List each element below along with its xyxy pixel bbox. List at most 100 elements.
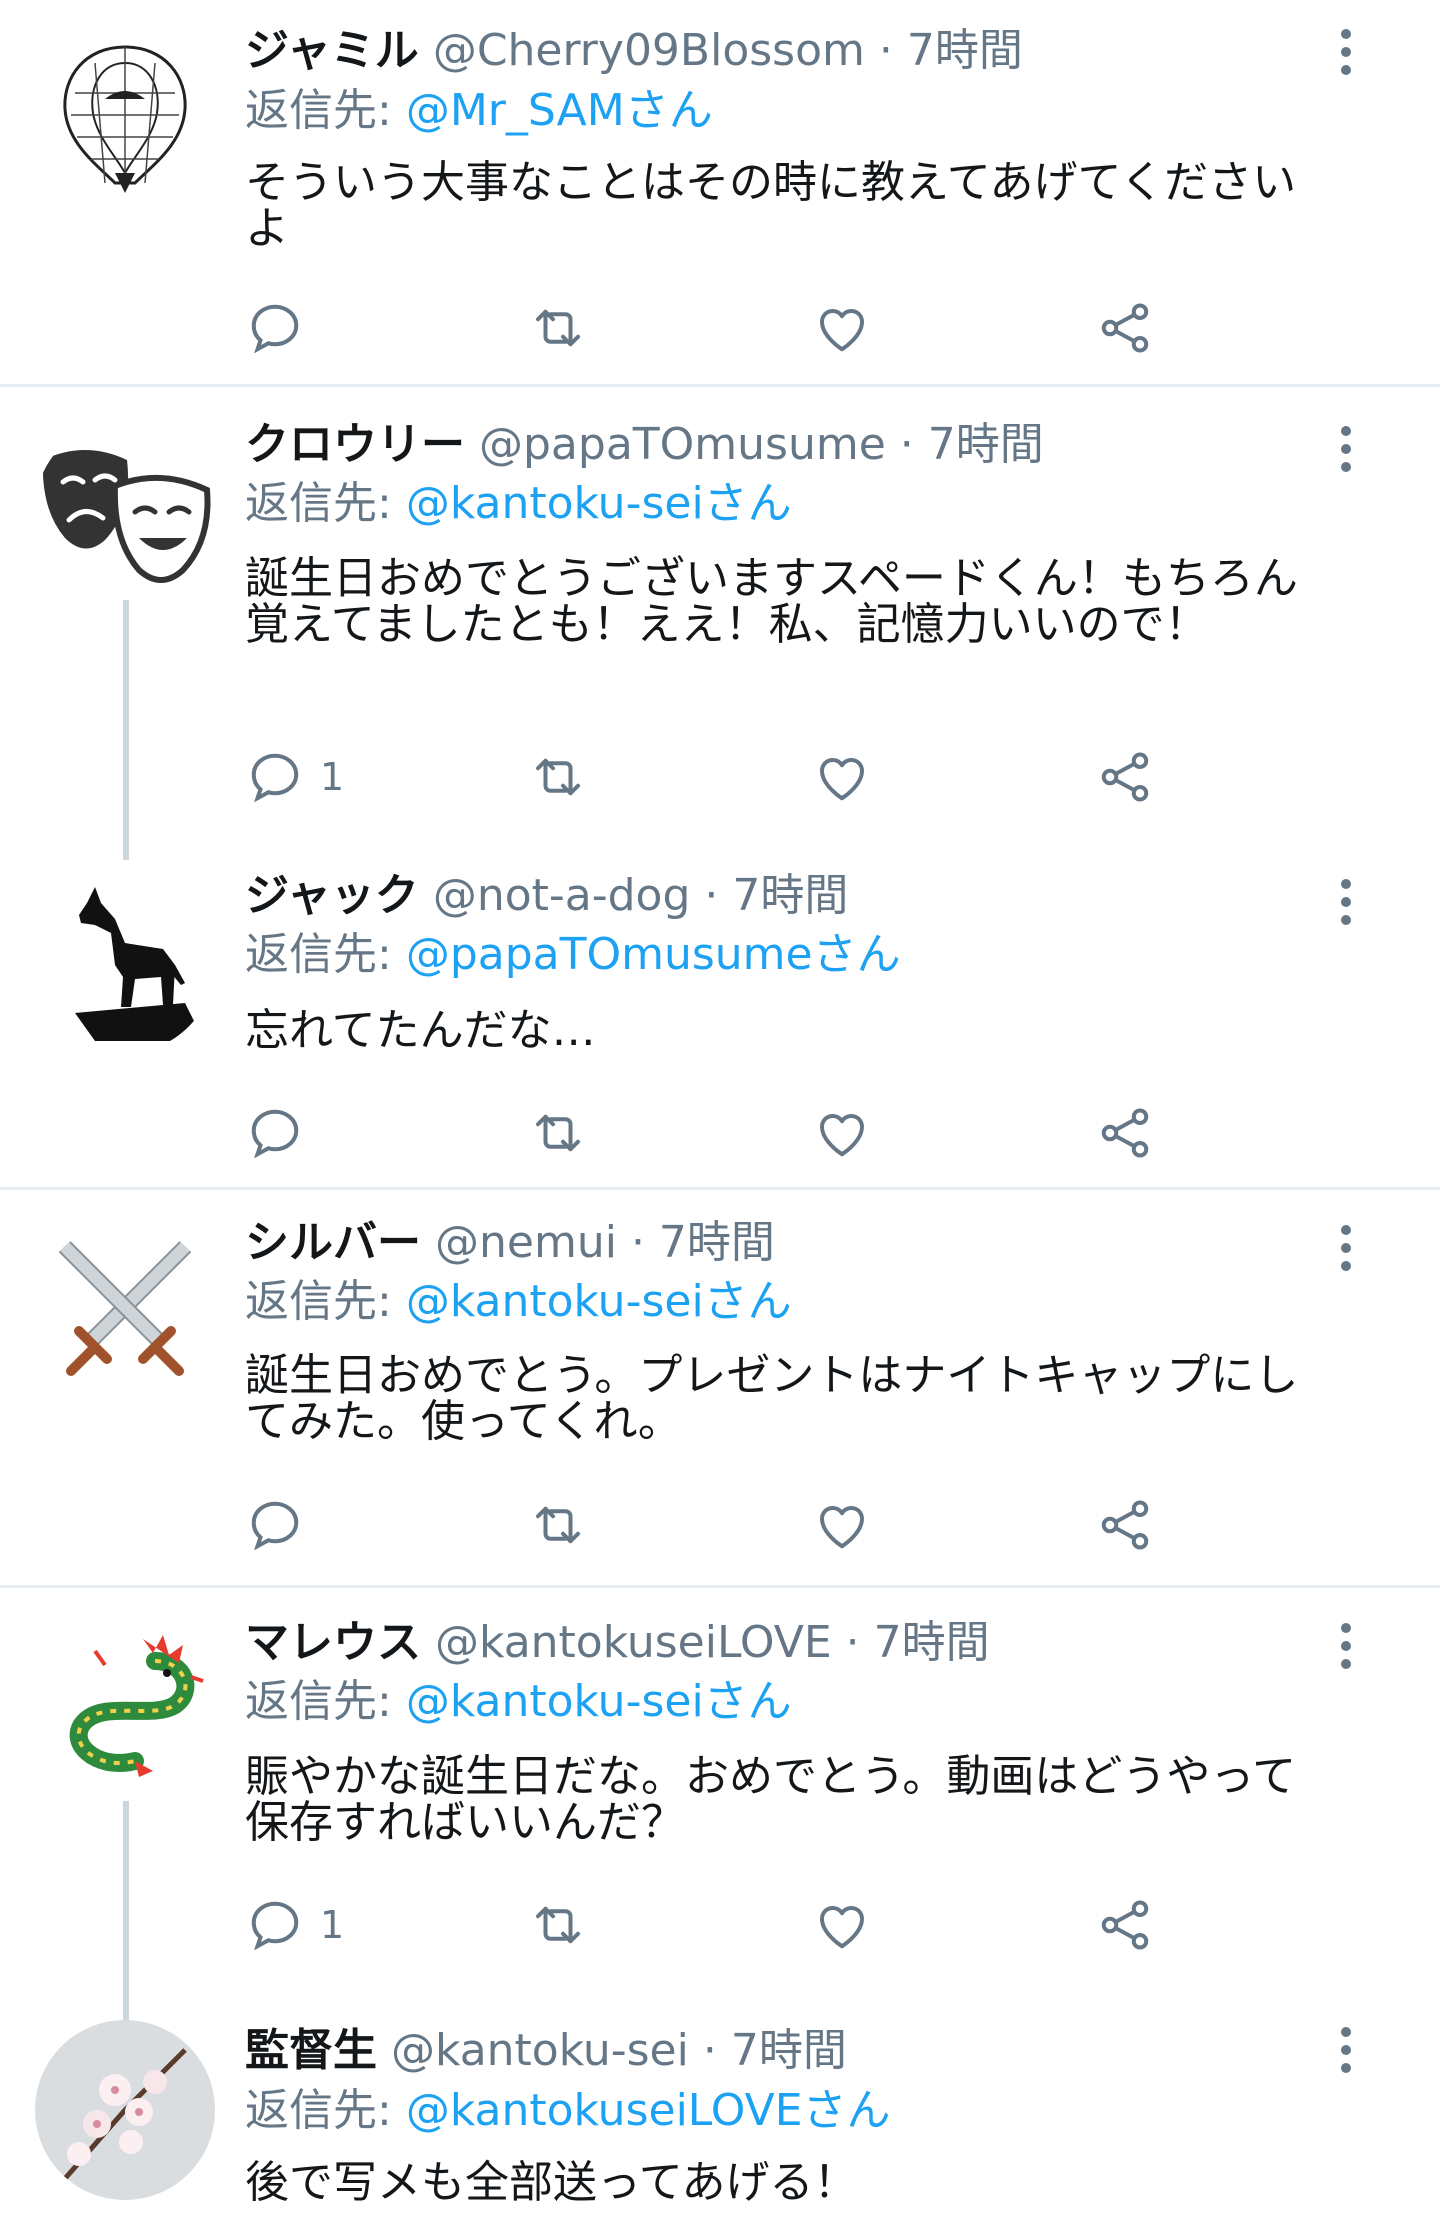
snake-avatar[interactable]: [35, 33, 215, 213]
share-button[interactable]: [1095, 1490, 1165, 1560]
retweet-button[interactable]: [528, 1490, 598, 1560]
reply-icon: [251, 304, 299, 354]
reply-context: 返信先: @kantoku-seiさん: [245, 1671, 792, 1733]
timestamp[interactable]: 7時間: [732, 870, 848, 921]
reply-context: 返信先: @kantokuseiLOVEさん: [245, 2080, 891, 2142]
tweet[interactable]: ジャミル @Cherry09Blossom · 7時間 返信先: @Mr_SAM…: [0, 0, 1440, 384]
retweet-icon: [536, 1114, 580, 1152]
heart-icon: [819, 758, 865, 801]
handle[interactable]: @kantoku-sei: [391, 2025, 689, 2076]
more-options-icon[interactable]: [1318, 22, 1374, 82]
share-icon: [1101, 1500, 1149, 1550]
retweet-button[interactable]: [528, 293, 598, 363]
tweet[interactable]: 監督生 @kantoku-sei · 7時間 返信先: @kantokuseiL…: [0, 2000, 1440, 2222]
tweet-text: 賑やかな誕生日だな。おめでとう。動画はどうやって保存すればいいんだ？: [245, 1751, 1297, 1848]
handle[interactable]: @kantokuseiLOVE: [435, 1617, 832, 1668]
handle[interactable]: @nemui: [435, 1217, 617, 1268]
handle[interactable]: @papaTOmusume: [479, 419, 886, 470]
tweet-header: ジャック @not-a-dog · 7時間: [245, 870, 849, 921]
like-button[interactable]: [812, 1490, 882, 1560]
share-icon: [1101, 1900, 1149, 1950]
display-name[interactable]: クロウリー: [245, 419, 465, 470]
more-options-icon[interactable]: [1318, 419, 1374, 479]
like-button[interactable]: [812, 742, 882, 812]
retweet-icon: [536, 309, 580, 347]
retweet-icon: [536, 758, 580, 796]
share-icon: [1101, 752, 1149, 802]
display-name[interactable]: 監督生: [245, 2025, 377, 2076]
reply-button[interactable]: [245, 1490, 365, 1560]
share-button[interactable]: [1095, 293, 1165, 363]
reply-button[interactable]: 1: [245, 1890, 365, 1960]
reply-icon: [251, 1901, 299, 1951]
display-name[interactable]: ジャミル: [245, 25, 419, 76]
theater-masks-avatar[interactable]: [35, 420, 215, 600]
like-button[interactable]: [812, 1098, 882, 1168]
share-button[interactable]: [1095, 1890, 1165, 1960]
reply-icon: [251, 1501, 299, 1551]
heart-icon: [819, 1114, 865, 1157]
reply-label: 返信先:: [245, 1276, 392, 1327]
tweet-text: そういう大事なことはその時に教えてあげてください よ: [245, 157, 1297, 254]
reply-count: 1: [320, 755, 345, 799]
display-name[interactable]: マレウス: [245, 1617, 421, 1668]
like-button[interactable]: [812, 1890, 882, 1960]
crossed-swords-avatar[interactable]: [35, 1223, 215, 1403]
handle[interactable]: @not-a-dog: [433, 870, 691, 921]
reply-to-link[interactable]: @kantoku-seiさん: [406, 1276, 792, 1327]
reply-icon: [251, 753, 299, 803]
tweet[interactable]: クロウリー @papaTOmusume · 7時間 返信先: @kantoku-…: [0, 387, 1440, 837]
tweet-text: 誕生日おめでとう。プレゼントはナイトキャップにしてみた。使ってくれ。: [245, 1350, 1299, 1447]
share-button[interactable]: [1095, 742, 1165, 812]
timestamp[interactable]: 7時間: [907, 25, 1023, 76]
tweet[interactable]: シルバー @nemui · 7時間 返信先: @kantoku-seiさん 誕生…: [0, 1190, 1440, 1585]
reply-to-link[interactable]: @kantoku-seiさん: [406, 1676, 792, 1727]
timestamp[interactable]: 7時間: [659, 1217, 775, 1268]
reply-count: 1: [320, 1903, 345, 1947]
more-options-icon[interactable]: [1318, 1616, 1374, 1676]
more-options-icon[interactable]: [1318, 1218, 1374, 1278]
share-button[interactable]: [1095, 1098, 1165, 1168]
tweet-actions: [0, 1098, 1440, 1168]
reply-button[interactable]: [245, 1098, 365, 1168]
more-options-icon[interactable]: [1318, 872, 1374, 932]
reply-icon: [251, 1109, 299, 1159]
timestamp[interactable]: 7時間: [928, 419, 1044, 470]
tweet-actions: 1: [0, 742, 1440, 812]
cherry-blossom-avatar[interactable]: [35, 2020, 215, 2200]
like-button[interactable]: [812, 293, 882, 363]
reply-to-link[interactable]: @kantoku-seiさん: [406, 478, 792, 529]
retweet-icon: [536, 1906, 580, 1944]
reply-to-link[interactable]: @papaTOmusumeさん: [406, 929, 901, 980]
reply-label: 返信先:: [245, 478, 392, 529]
retweet-button[interactable]: [528, 1890, 598, 1960]
tweet-header: クロウリー @papaTOmusume · 7時間: [245, 419, 1044, 470]
display-name[interactable]: シルバー: [245, 1217, 421, 1268]
reply-button[interactable]: 1: [245, 742, 365, 812]
retweet-button[interactable]: [528, 742, 598, 812]
tweet[interactable]: マレウス @kantokuseiLOVE · 7時間 返信先: @kantoku…: [0, 1588, 1440, 1998]
timestamp[interactable]: 7時間: [731, 2025, 847, 2076]
reply-label: 返信先:: [245, 1676, 392, 1727]
tweet-actions: [0, 293, 1440, 363]
tweet-header: マレウス @kantokuseiLOVE · 7時間: [245, 1617, 990, 1668]
wolf-avatar[interactable]: [35, 873, 215, 1053]
tweet-header: 監督生 @kantoku-sei · 7時間: [245, 2025, 847, 2076]
heart-icon: [819, 1506, 865, 1549]
retweet-button[interactable]: [528, 1098, 598, 1168]
reply-context: 返信先: @kantoku-seiさん: [245, 1271, 792, 1333]
heart-icon: [819, 1906, 865, 1949]
reply-button[interactable]: [245, 293, 365, 363]
reply-context: 返信先: @kantoku-seiさん: [245, 473, 792, 535]
reply-context: 返信先: @papaTOmusumeさん: [245, 924, 901, 986]
tweet[interactable]: ジャック @not-a-dog · 7時間 返信先: @papaTOmusume…: [0, 840, 1440, 1187]
heart-icon: [819, 309, 865, 352]
more-options-icon[interactable]: [1318, 2020, 1374, 2080]
handle[interactable]: @Cherry09Blossom: [433, 25, 865, 76]
reply-to-link[interactable]: @Mr_SAMさん: [406, 85, 713, 136]
dragon-avatar[interactable]: [35, 1621, 215, 1801]
timestamp[interactable]: 7時間: [874, 1617, 990, 1668]
display-name[interactable]: ジャック: [245, 870, 419, 921]
reply-to-link[interactable]: @kantokuseiLOVEさん: [406, 2085, 891, 2136]
tweet-header: シルバー @nemui · 7時間: [245, 1217, 775, 1268]
